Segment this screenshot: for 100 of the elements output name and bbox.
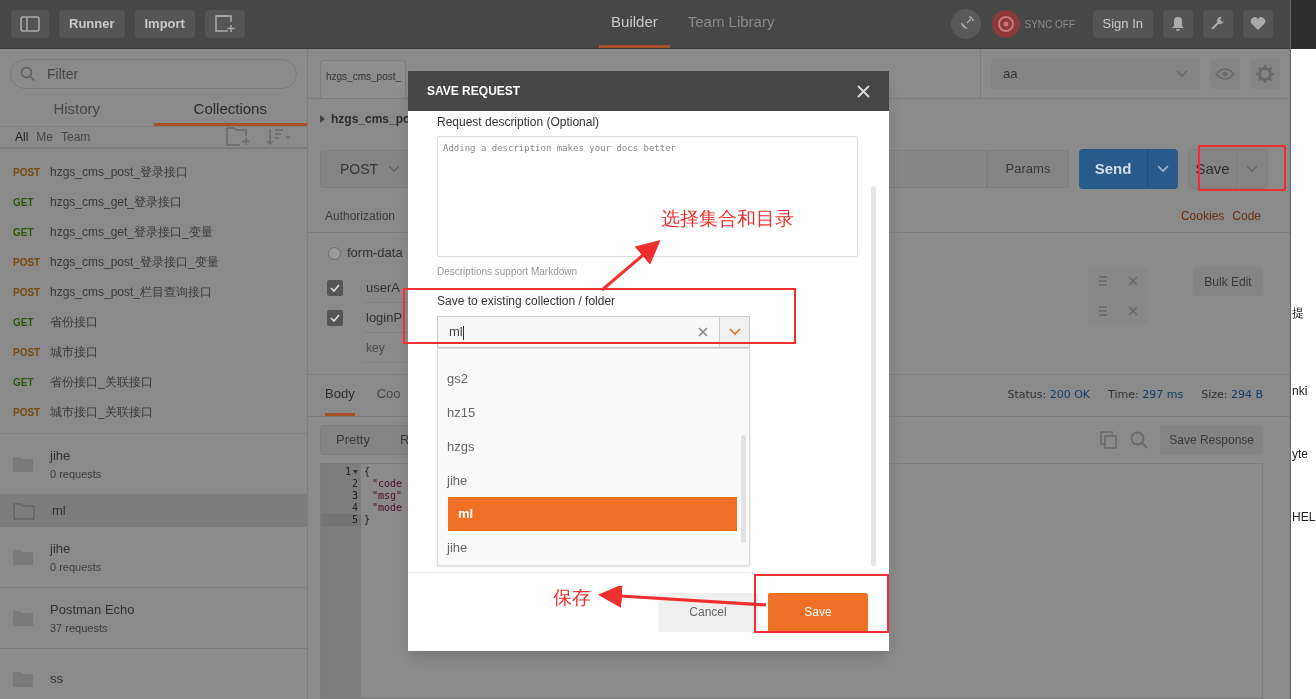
sort-icon[interactable]: [266, 128, 292, 146]
search-icon[interactable]: [1130, 431, 1149, 449]
clear-icon[interactable]: [698, 327, 708, 337]
toolbar-button[interactable]: Import: [134, 10, 195, 38]
response-stat: Time: 297 ms: [1108, 387, 1184, 404]
method-label: POST: [13, 285, 42, 300]
nav-tab[interactable]: Team Library: [675, 0, 787, 48]
dropdown-option[interactable]: hz15: [438, 395, 737, 430]
scrollbar[interactable]: [871, 186, 876, 566]
header-link[interactable]: Cookies: [1180, 206, 1225, 225]
dropdown-option[interactable]: gs2: [438, 362, 737, 396]
request-item[interactable]: GET hzgs_cms_get_登录接口_变量: [0, 217, 307, 247]
request-name: hzgs_cms_post_登录接口_变量: [50, 254, 219, 271]
request-tab[interactable]: hzgs_cms_post_: [320, 60, 406, 98]
collection-name: Postman Echo: [50, 601, 135, 619]
code-line: {: [364, 466, 372, 478]
sync-icon: [990, 9, 1021, 39]
heart-button[interactable]: [1243, 10, 1273, 38]
collection-name: ml: [52, 501, 66, 520]
filter-tab[interactable]: Team: [61, 128, 91, 146]
sidebar-tab[interactable]: History: [0, 95, 154, 126]
collection-select[interactable]: ml: [437, 316, 750, 348]
save-options-button[interactable]: [1237, 150, 1267, 188]
line-number: 3: [351, 491, 358, 501]
cancel-button[interactable]: Cancel: [658, 592, 758, 632]
send-options-button[interactable]: [1148, 149, 1178, 189]
new-folder-icon[interactable]: [226, 127, 252, 147]
response-tab[interactable]: Coo: [376, 375, 401, 416]
check-icon: [330, 284, 340, 292]
heart-icon: [1250, 17, 1266, 31]
partial-text: 提: [1291, 305, 1305, 322]
save-response-button[interactable]: Save Response: [1160, 425, 1263, 455]
copy-icon[interactable]: [1100, 431, 1119, 449]
request-name: hzgs_cms_get_登录接口_变量: [50, 224, 213, 241]
request-item[interactable]: GET 省份接口: [0, 307, 307, 337]
code-line: "msg": [371, 490, 403, 502]
caret-icon: [388, 165, 401, 173]
filter-tab[interactable]: All: [15, 128, 29, 146]
bulk-edit-button[interactable]: Bulk Edit: [1193, 267, 1263, 296]
request-count: 0 requests: [50, 466, 102, 482]
chevron-down-icon: [728, 328, 741, 336]
notifications-button[interactable]: [1163, 10, 1193, 38]
line-number: 1: [344, 467, 351, 477]
request-count: 37 requests: [50, 620, 109, 636]
request-item[interactable]: POST hzgs_cms_post_登录接口: [0, 157, 307, 187]
header-link[interactable]: Code: [1232, 206, 1261, 225]
collection-item[interactable]: ss: [0, 649, 307, 699]
request-item[interactable]: POST 城市接口: [0, 337, 307, 367]
new-tab-button[interactable]: [204, 10, 245, 38]
method-label: GET: [13, 195, 35, 210]
gear-icon: [1256, 64, 1274, 83]
eye-button[interactable]: [1210, 58, 1240, 89]
dropdown-option[interactable]: ml: [448, 497, 737, 532]
satellite-button[interactable]: [950, 9, 981, 39]
settings-button[interactable]: [1203, 10, 1233, 38]
request-item[interactable]: POST hzgs_cms_post_栏目查询接口: [0, 277, 307, 307]
toolbar-button[interactable]: Runner: [59, 10, 125, 38]
partial-text: nki: [1291, 383, 1309, 400]
radio-button[interactable]: [328, 246, 341, 260]
save-button[interactable]: Save: [768, 592, 868, 632]
request-item[interactable]: GET 省份接口_关联接口: [0, 367, 307, 397]
expand-icon[interactable]: [320, 115, 325, 123]
request-section-tab[interactable]: Authorization: [325, 206, 396, 225]
new-window-icon: [213, 15, 236, 33]
collection-item[interactable]: ml: [0, 495, 307, 527]
collection-name: jihe: [50, 540, 72, 558]
sidebar-toggle-button[interactable]: [11, 10, 49, 38]
check-icon: [330, 314, 340, 322]
filter-tab[interactable]: Me: [36, 128, 53, 146]
view-tab[interactable]: Pretty: [321, 426, 385, 454]
collection-item[interactable]: jihe 0 requests: [0, 527, 307, 588]
collection-name: ss: [50, 670, 63, 689]
request-item[interactable]: GET hzgs_cms_get_登录接口: [0, 187, 307, 217]
sign-in-button[interactable]: Sign In: [1092, 10, 1153, 38]
checkbox[interactable]: [327, 310, 343, 326]
filter-field[interactable]: Filter: [10, 59, 297, 89]
method-label: POST: [13, 345, 42, 360]
request-name: hzgs_cms_post_栏目查询接口: [50, 284, 213, 301]
params-button[interactable]: Params: [987, 150, 1069, 188]
annotation-text: 保存: [553, 586, 591, 610]
request-item[interactable]: POST hzgs_cms_post_登录接口_变量: [0, 247, 307, 277]
send-button[interactable]: Send: [1079, 149, 1148, 189]
response-tab[interactable]: Body: [325, 375, 355, 416]
checkbox[interactable]: [327, 280, 343, 296]
code-line: }: [364, 514, 372, 526]
arrow: [601, 240, 661, 292]
view-tab[interactable]: R: [384, 426, 425, 454]
dropdown-option[interactable]: jihe: [438, 463, 737, 498]
dropdown-option[interactable]: hzgs: [438, 429, 737, 464]
partial-text: HEL: [1291, 509, 1316, 526]
search-icon: [20, 66, 36, 82]
partial-text: yte: [1291, 446, 1309, 463]
environment-select[interactable]: aa: [991, 58, 1200, 89]
fold-icon[interactable]: [353, 470, 358, 474]
collection-item[interactable]: Postman Echo 37 requests: [0, 588, 307, 649]
method-label: GET: [13, 225, 35, 240]
scrollbar[interactable]: [740, 435, 746, 543]
settings-button[interactable]: [1250, 58, 1280, 89]
request-item[interactable]: POST 城市接口_关联接口: [0, 397, 307, 427]
dropdown-option[interactable]: jihe: [438, 531, 737, 565]
